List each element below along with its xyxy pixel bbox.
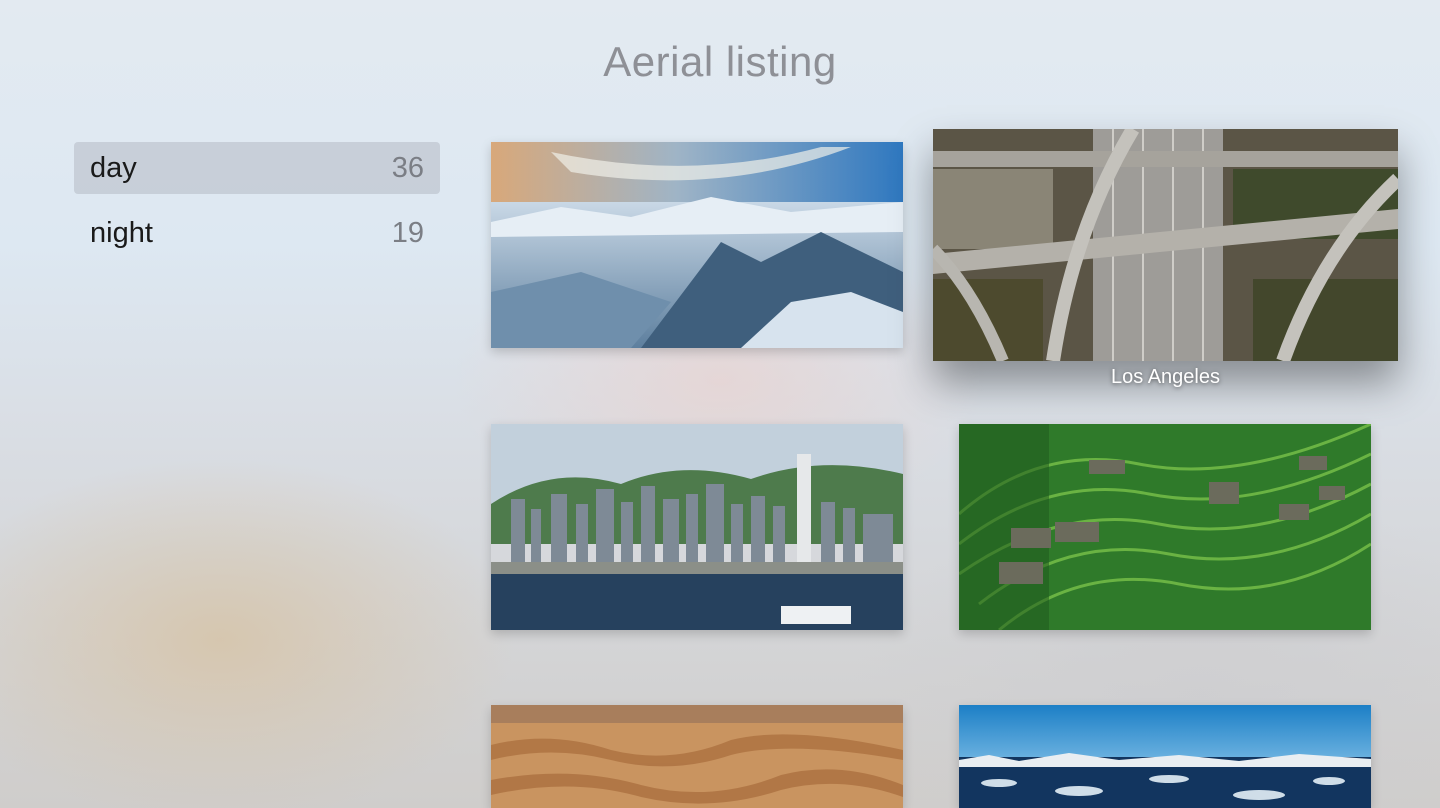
city-harbor-image — [491, 424, 903, 630]
category-label: day — [90, 151, 137, 184]
aerial-thumbnail-mountains[interactable] — [491, 142, 903, 348]
mountains-image — [491, 142, 903, 348]
category-count: 19 — [391, 216, 424, 249]
aerial-thumbnail-terraces[interactable] — [959, 424, 1371, 630]
desert-dunes-image — [491, 705, 903, 808]
focused-caption: Los Angeles — [1111, 366, 1220, 388]
category-item-day[interactable]: day 36 — [74, 142, 440, 194]
freeway-image — [933, 129, 1398, 361]
category-label: night — [90, 216, 153, 249]
page-title: Aerial listing — [603, 38, 837, 85]
aerial-thumbnail-los-angeles[interactable] — [933, 129, 1398, 361]
aerial-thumbnail-hong-kong[interactable] — [491, 424, 903, 630]
aerial-thumbnail-ice-sea[interactable] — [959, 705, 1371, 808]
category-list: day 36 night 19 — [74, 142, 440, 272]
category-item-night[interactable]: night 19 — [74, 207, 440, 259]
category-count: 36 — [391, 151, 424, 184]
rice-terraces-image — [959, 424, 1371, 630]
ice-sea-image — [959, 705, 1371, 808]
aerial-thumbnail-desert[interactable] — [491, 705, 903, 808]
